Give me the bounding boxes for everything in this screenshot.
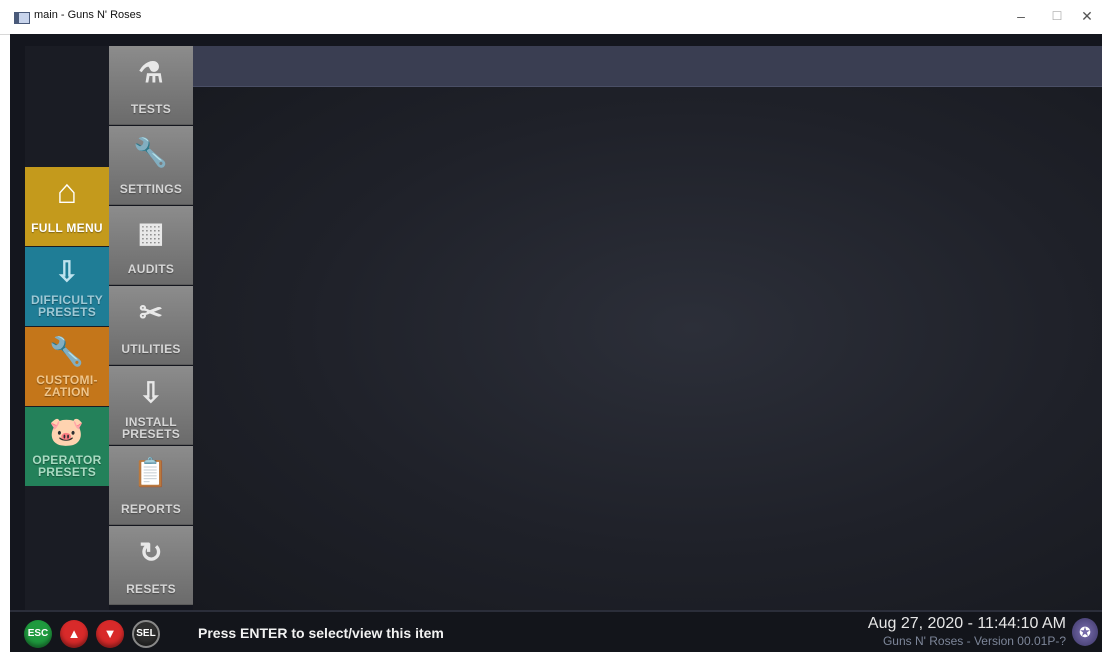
- submenu-audits-button[interactable]: ▦ AUDITS: [109, 206, 193, 285]
- window-title: main - Guns N' Roses: [34, 9, 142, 21]
- submenu-label: INSTALL PRESETS: [121, 415, 181, 441]
- up-button[interactable]: ▲: [60, 620, 88, 648]
- menu-label: DIFFICULTY PRESETS: [30, 293, 104, 319]
- menu-full-menu-button[interactable]: ⌂ FULL MENU: [25, 167, 109, 246]
- minimize-button[interactable]: –: [1008, 5, 1034, 27]
- submenu-reports-button[interactable]: 📋 REPORTS: [109, 446, 193, 525]
- tools-icon: ✂: [139, 297, 163, 328]
- submenu-install-presets-button[interactable]: ⇩ INSTALL PRESETS: [109, 366, 193, 445]
- close-button[interactable]: ✕: [1074, 5, 1100, 27]
- home-icon: ⌂: [56, 173, 78, 211]
- submenu-label: TESTS: [130, 102, 172, 116]
- brand-logo-icon: ✪: [1072, 618, 1098, 646]
- content-area: [193, 46, 1102, 610]
- select-button[interactable]: SEL: [132, 620, 160, 648]
- submenu-label: AUDITS: [127, 262, 175, 276]
- download-tray-icon: ⇩: [139, 377, 163, 408]
- submenu-label: UTILITIES: [121, 342, 181, 356]
- menu-customization-button[interactable]: 🔧 CUSTOMI- ZATION: [25, 327, 109, 406]
- menu-label: OPERATOR PRESETS: [32, 453, 102, 479]
- menu-label: FULL MENU: [31, 221, 103, 235]
- download-tray-icon: ⇩: [55, 256, 79, 287]
- submenu-label: RESETS: [126, 582, 176, 596]
- submenu-utilities-button[interactable]: ✂ UTILITIES: [109, 286, 193, 365]
- submenu-resets-button[interactable]: ↻ RESETS: [109, 526, 193, 605]
- maximize-button[interactable]: ☐: [1044, 5, 1070, 27]
- test-tube-icon: ⚗: [138, 57, 164, 88]
- content-header-bar: [193, 46, 1102, 87]
- app-area: ⚗ TESTS 🔧 SETTINGS ▦ AUDITS ✂ UTILITIES …: [10, 34, 1102, 650]
- status-hint: Press ENTER to select/view this item: [198, 625, 444, 641]
- app-window-icon: [14, 12, 30, 24]
- menu-label: CUSTOMI- ZATION: [36, 373, 98, 399]
- down-button[interactable]: ▼: [96, 620, 124, 648]
- menu-operator-presets-button[interactable]: 🐷 OPERATOR PRESETS: [25, 407, 109, 486]
- wrench-icon: 🔧: [49, 336, 85, 367]
- date-time: Aug 27, 2020 - 11:44:10 AM: [867, 615, 1066, 632]
- submenu-label: REPORTS: [120, 502, 182, 516]
- esc-button[interactable]: ESC: [24, 620, 52, 648]
- wrench-icon: 🔧: [133, 137, 169, 168]
- status-bar: ESC ▲ ▼ SEL Press ENTER to select/view t…: [10, 610, 1102, 652]
- submenu-settings-button[interactable]: 🔧 SETTINGS: [109, 126, 193, 205]
- reset-icon: ↻: [139, 537, 163, 568]
- submenu-tests-button[interactable]: ⚗ TESTS: [109, 46, 193, 125]
- version-label: Guns N' Roses - Version 00.01P-?: [882, 634, 1066, 648]
- menu-difficulty-presets-button[interactable]: ⇩ DIFFICULTY PRESETS: [25, 247, 109, 326]
- piggy-bank-icon: 🐷: [49, 416, 85, 447]
- window-titlebar: main - Guns N' Roses – ☐ ✕: [0, 0, 1102, 35]
- clipboard-icon: 📋: [133, 457, 169, 488]
- submenu-label: SETTINGS: [119, 182, 183, 196]
- calculator-icon: ▦: [137, 217, 165, 248]
